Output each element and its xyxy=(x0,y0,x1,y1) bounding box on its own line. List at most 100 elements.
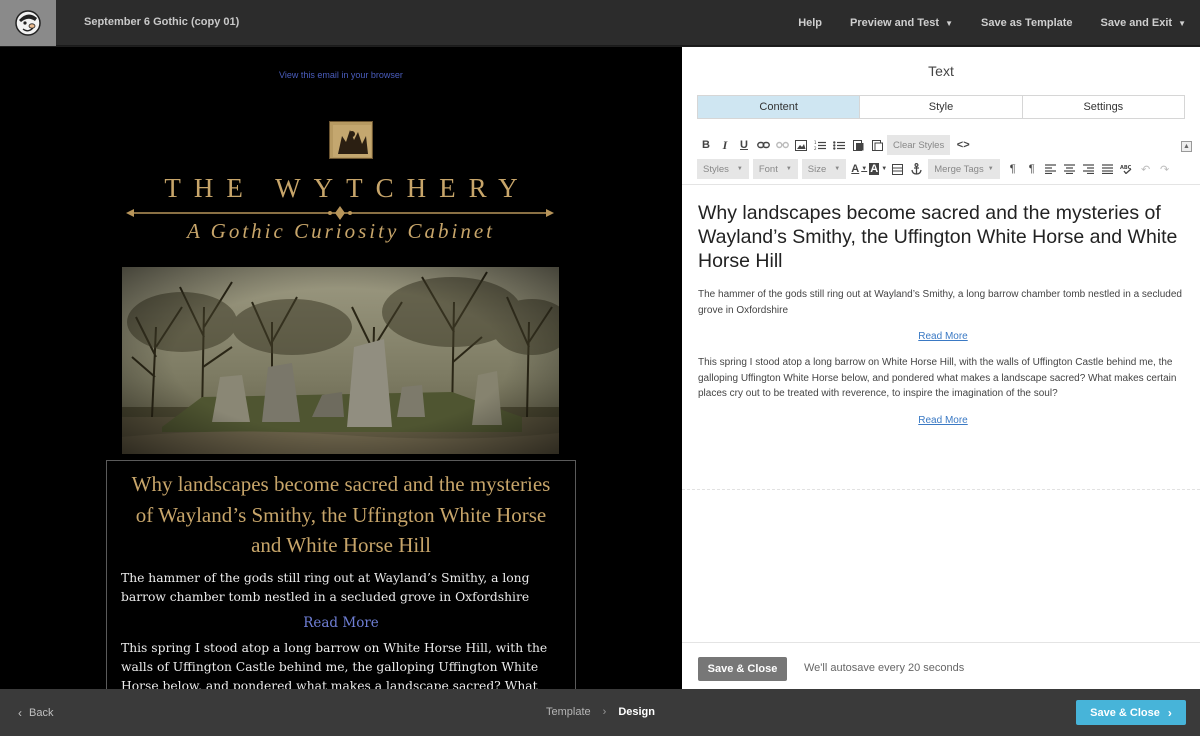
chevron-right-icon: › xyxy=(1167,705,1172,720)
save-as-template-button[interactable]: Save as Template xyxy=(981,17,1073,29)
align-center-icon[interactable] xyxy=(1061,159,1079,179)
content-area-boundary xyxy=(682,489,1200,490)
document-title: September 6 Gothic (copy 01) xyxy=(84,16,240,28)
back-label: Back xyxy=(29,707,54,719)
source-code-button[interactable]: <> xyxy=(954,135,972,155)
content-heading[interactable]: Why landscapes become sacred and the mys… xyxy=(698,201,1188,273)
save-close-button[interactable]: Save & Close xyxy=(698,657,787,681)
background-color-button[interactable]: A ▼ xyxy=(869,159,887,179)
svg-text:2: 2 xyxy=(814,146,817,151)
panel-title: Text xyxy=(928,63,954,79)
crest-image xyxy=(329,121,373,159)
back-button[interactable]: ‹ Back xyxy=(18,706,53,720)
brand-title: THE WYTCHERY xyxy=(164,173,531,203)
chevron-down-icon: ▼ xyxy=(861,166,868,172)
brand-subtitle: A Gothic Curiosity Cabinet xyxy=(186,219,496,243)
chimp-logo-icon xyxy=(15,10,41,36)
chevron-right-icon: › xyxy=(602,706,607,718)
email-preview[interactable]: View this email in your browser THE WYTC… xyxy=(0,47,682,689)
chevron-down-icon: ▼ xyxy=(785,166,792,172)
chevron-down-icon: ▼ xyxy=(987,166,994,172)
align-left-icon[interactable] xyxy=(1042,159,1060,179)
unordered-list-icon[interactable] xyxy=(830,135,848,155)
merge-tags-dropdown[interactable]: Merge Tags ▼ xyxy=(928,159,1000,179)
size-label: Size xyxy=(807,163,827,175)
preview-and-test-menu[interactable]: Preview and Test ▼ xyxy=(850,17,953,29)
anchor-icon[interactable] xyxy=(907,159,925,179)
ltr-icon[interactable]: ¶ xyxy=(1004,159,1022,179)
redo-icon[interactable]: ↷ xyxy=(1156,159,1174,179)
view-in-browser-link[interactable]: View this email in your browser xyxy=(0,70,682,80)
tab-content[interactable]: Content xyxy=(698,96,860,118)
font-label: Font xyxy=(758,163,778,175)
save-close-primary-button[interactable]: Save & Close › xyxy=(1076,700,1186,725)
hero-image xyxy=(122,267,559,454)
ordered-list-icon[interactable]: 12 xyxy=(811,135,829,155)
article-block[interactable]: Why landscapes become sacred and the mys… xyxy=(106,460,576,689)
read-more-link[interactable]: Read More xyxy=(698,415,1188,426)
save-and-exit-menu[interactable]: Save and Exit ▼ xyxy=(1101,17,1186,29)
chevron-down-icon: ▼ xyxy=(834,166,841,172)
spellcheck-icon[interactable]: ABC xyxy=(1118,159,1136,179)
article-paragraph: This spring I stood atop a long barrow o… xyxy=(121,640,548,690)
editable-content-area[interactable]: Why landscapes become sacred and the mys… xyxy=(698,201,1188,426)
svg-text:1: 1 xyxy=(814,140,817,145)
paste-text-icon[interactable] xyxy=(849,135,867,155)
bold-button[interactable]: B xyxy=(697,135,715,155)
editor-tabs: Content Style Settings xyxy=(697,95,1185,119)
article-heading: Why landscapes become sacred and the mys… xyxy=(131,472,551,557)
collapse-toolbar-icon[interactable]: ▲ xyxy=(1181,141,1192,152)
save-and-exit-label: Save and Exit xyxy=(1100,17,1173,29)
tab-style[interactable]: Style xyxy=(859,96,1022,118)
styles-label: Styles xyxy=(703,163,729,175)
article-paragraph: The hammer of the gods still ring out at… xyxy=(121,570,530,604)
clear-styles-button[interactable]: Clear Styles xyxy=(887,135,951,155)
chevron-down-icon: ▼ xyxy=(736,166,743,172)
editor-footer: Save & Close We'll autosave every 20 sec… xyxy=(682,642,1200,689)
app-logo[interactable] xyxy=(0,0,56,46)
format-toolbar-row-2: Styles ▼ Font ▼ Size ▼ A ▼ A ▼ Merge Tags ▼ ¶ … xyxy=(697,159,1175,179)
paste-word-icon[interactable] xyxy=(868,135,886,155)
ornament-divider xyxy=(126,206,554,220)
read-more-link[interactable]: Read More xyxy=(698,331,1188,342)
underline-button[interactable]: U xyxy=(735,135,753,155)
breadcrumb-template[interactable]: Template xyxy=(546,706,591,718)
link-icon[interactable] xyxy=(754,135,772,155)
top-bar: September 6 Gothic (copy 01) Help Previe… xyxy=(0,0,1200,46)
tab-settings[interactable]: Settings xyxy=(1021,96,1184,118)
chevron-down-icon: ▼ xyxy=(1178,18,1186,28)
preview-and-test-label: Preview and Test xyxy=(850,17,940,29)
chevron-left-icon: ‹ xyxy=(18,706,22,720)
align-right-icon[interactable] xyxy=(1080,159,1098,179)
autosave-note: We'll autosave every 20 seconds xyxy=(804,662,965,674)
undo-icon[interactable]: ↶ xyxy=(1137,159,1155,179)
font-dropdown[interactable]: Font ▼ xyxy=(752,159,798,179)
size-dropdown[interactable]: Size ▼ xyxy=(801,159,847,179)
top-nav: Help Preview and Test ▼ Save as Template… xyxy=(798,0,1200,46)
italic-button[interactable]: I xyxy=(716,135,734,155)
bottom-bar: ‹ Back Template › Design Save & Close › xyxy=(0,689,1200,736)
text-color-button[interactable]: A ▼ xyxy=(850,159,868,179)
content-paragraph[interactable]: This spring I stood atop a long barrow o… xyxy=(698,355,1188,402)
image-icon[interactable] xyxy=(792,135,810,155)
hero-landscape-graphic xyxy=(122,267,559,454)
save-close-label: Save & Close xyxy=(1090,706,1160,719)
table-icon[interactable] xyxy=(888,159,906,179)
help-link[interactable]: Help xyxy=(798,17,822,29)
breadcrumb-design[interactable]: Design xyxy=(618,706,655,718)
background-color-label: A xyxy=(869,163,880,175)
format-toolbar-row-1: B I U 12 Clear Styles <> xyxy=(697,135,973,155)
text-color-label: A xyxy=(851,163,860,175)
read-more-link[interactable]: Read More xyxy=(121,615,561,631)
unlink-icon[interactable] xyxy=(773,135,791,155)
rtl-icon[interactable]: ¶ xyxy=(1023,159,1041,179)
chevron-down-icon: ▼ xyxy=(945,18,954,28)
align-justify-icon[interactable] xyxy=(1099,159,1117,179)
content-paragraph[interactable]: The hammer of the gods still ring out at… xyxy=(698,287,1188,318)
toolbar-divider xyxy=(682,184,1200,185)
merge-tags-label: Merge Tags xyxy=(934,163,984,175)
breadcrumb: Template › Design xyxy=(546,706,655,718)
crest-graphic xyxy=(333,125,371,157)
styles-dropdown[interactable]: Styles ▼ xyxy=(697,159,749,179)
chevron-down-icon: ▼ xyxy=(881,166,888,172)
